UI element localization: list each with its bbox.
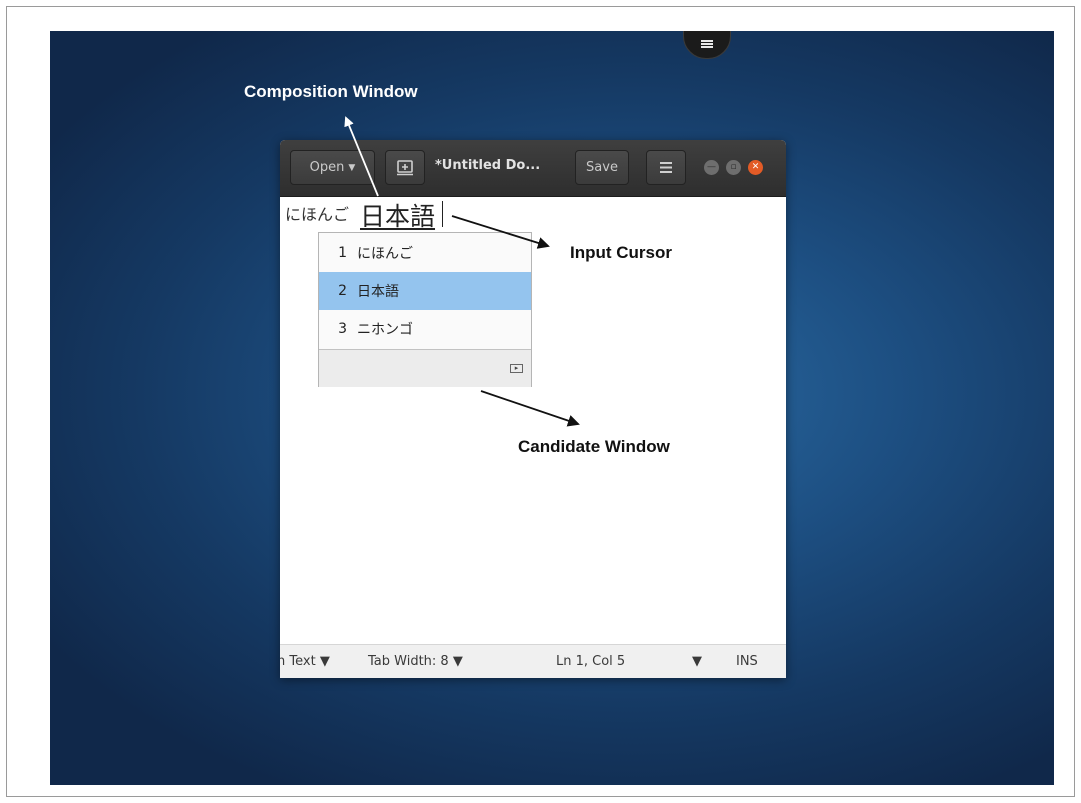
candidate-window: 1 にほんご 2 日本語 3 ニホンゴ ▸ [318, 232, 532, 387]
caret-down-icon[interactable]: ▼ [692, 654, 702, 669]
hamburger-menu-icon [660, 162, 672, 173]
open-button[interactable]: Open ▼ [290, 150, 375, 185]
header-bar: Open ▼ *Untitled Do... Save — ▫ ✕ [280, 140, 786, 197]
new-tab-icon [397, 159, 413, 175]
caret-down-icon: ▼ [452, 654, 463, 669]
candidate-footer: ▸ [319, 349, 531, 387]
candidate-text: ニホンゴ [357, 322, 413, 338]
candidate-index: 1 [338, 245, 347, 261]
cursor-position: Ln 1, Col 5 [556, 654, 626, 669]
text-editor-window: Open ▼ *Untitled Do... Save — ▫ ✕ にほんご 日… [280, 140, 786, 678]
candidate-index: 3 [338, 321, 347, 337]
composition-text: 日本語 [360, 202, 436, 231]
menu-button[interactable] [646, 150, 686, 185]
input-cursor [442, 201, 443, 227]
save-button[interactable]: Save [575, 150, 629, 185]
maximize-button[interactable]: ▫ [726, 160, 741, 175]
new-tab-button[interactable] [385, 150, 425, 185]
open-button-label: Open [309, 160, 345, 175]
minimize-icon: — [707, 162, 716, 172]
input-cursor-label: Input Cursor [570, 243, 672, 262]
caret-down-icon: ▼ [348, 162, 356, 173]
text-area[interactable]: にほんご 日本語 1 にほんご 2 日本語 3 ニホンゴ ▸ [280, 197, 786, 643]
maximize-icon: ▫ [730, 162, 737, 172]
minimize-button[interactable]: — [704, 160, 719, 175]
close-button[interactable]: ✕ [748, 160, 763, 175]
candidate-text: にほんご [357, 246, 413, 262]
candidate-index: 2 [338, 283, 347, 299]
close-icon: ✕ [751, 162, 760, 172]
hamburger-menu-icon [701, 40, 713, 48]
preedit-text: にほんご [285, 205, 350, 224]
language-selector[interactable]: n Text ▼ [280, 654, 330, 669]
status-bar: n Text ▼ Tab Width: 8 ▼ Ln 1, Col 5 ▼ IN… [280, 644, 786, 678]
candidate-item-selected[interactable]: 2 日本語 [319, 272, 531, 310]
language-label: n Text [280, 654, 316, 669]
insert-mode: INS [736, 654, 758, 669]
desktop-background: Open ▼ *Untitled Do... Save — ▫ ✕ にほんご 日… [50, 31, 1054, 785]
tab-width-selector[interactable]: Tab Width: 8 ▼ [368, 654, 463, 669]
tab-width-label: Tab Width: 8 [368, 654, 449, 669]
composition-window-label: Composition Window [244, 82, 418, 101]
candidate-item[interactable]: 1 にほんご [319, 234, 531, 272]
expand-icon[interactable]: ▸ [510, 364, 523, 373]
candidate-item[interactable]: 3 ニホンゴ [319, 310, 531, 348]
window-title: *Untitled Do... [435, 158, 541, 173]
candidate-text: 日本語 [357, 284, 399, 300]
candidate-window-label: Candidate Window [518, 437, 670, 456]
caret-down-icon: ▼ [319, 654, 330, 669]
session-menu-button[interactable] [683, 31, 731, 59]
